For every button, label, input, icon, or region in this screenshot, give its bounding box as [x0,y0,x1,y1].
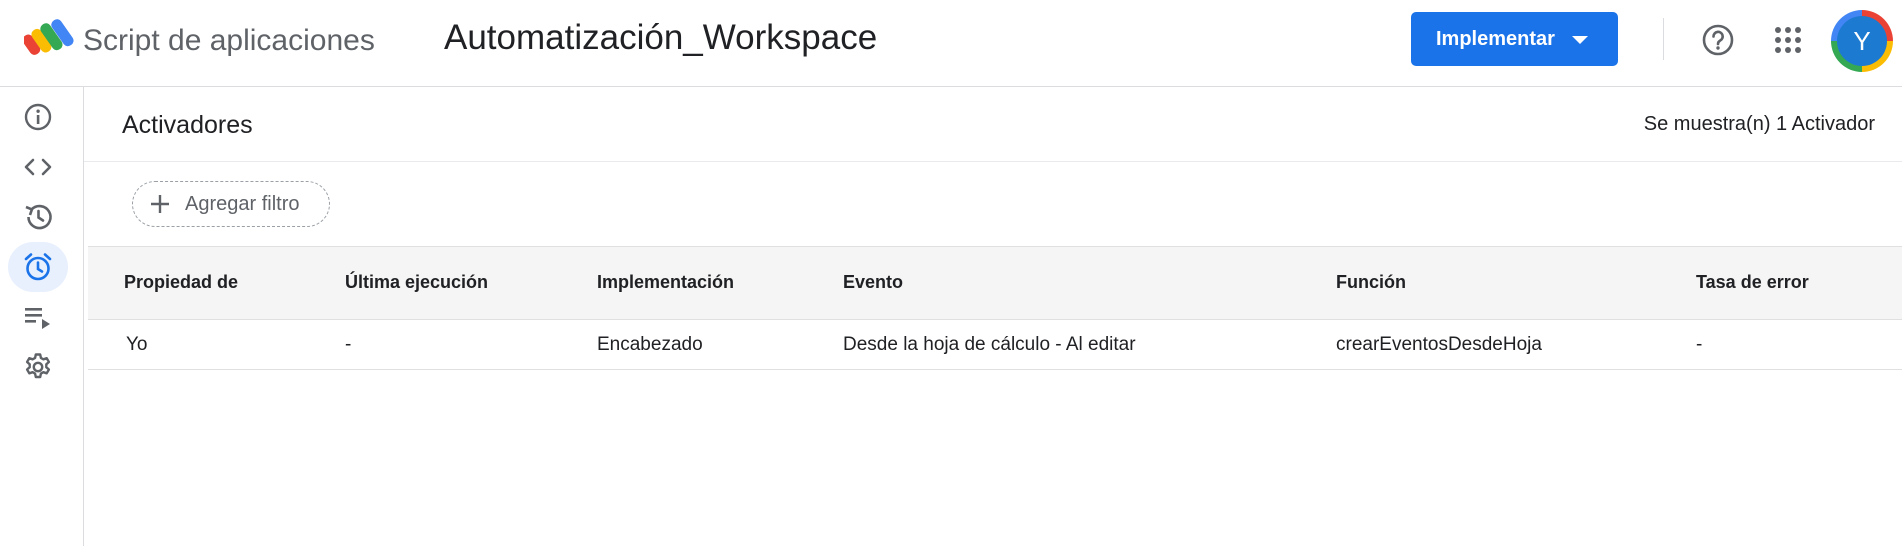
sidebar-item-history[interactable] [8,192,68,242]
history-icon [25,204,52,230]
app-name[interactable]: Script de aplicaciones [83,24,375,58]
cell-function: crearEventosDesdeHoja [1336,334,1542,355]
apps-grid-icon[interactable] [1772,24,1804,56]
column-header-function[interactable]: Función [1336,272,1406,293]
chevron-down-icon [1572,36,1588,44]
cell-event: Desde la hoja de cálculo - Al editar [843,334,1136,355]
deploy-button[interactable]: Implementar [1411,12,1618,66]
header-divider [1663,18,1664,60]
top-bar: Script de aplicaciones Automatización_Wo… [0,0,1902,87]
sidebar-item-triggers[interactable] [8,242,68,292]
triggers-table: Propiedad de Última ejecución Implementa… [88,246,1902,370]
playlist-play-icon [25,308,50,329]
table-header: Propiedad de Última ejecución Implementa… [88,246,1902,320]
add-filter-label: Agregar filtro [185,192,300,215]
sidebar-item-editor[interactable] [8,142,68,192]
column-header-event[interactable]: Evento [843,272,903,293]
sidebar-item-settings[interactable] [8,342,68,392]
plus-icon [151,195,169,213]
add-filter-button[interactable]: Agregar filtro [132,181,330,227]
results-count: Se muestra(n) 1 Activador [1643,113,1875,135]
divider [84,161,1902,162]
column-header-last-run[interactable]: Última ejecución [345,272,488,293]
page-title: Activadores [122,111,253,139]
code-icon [24,158,52,176]
sidebar-item-executions[interactable] [8,292,68,342]
cell-deployment: Encabezado [597,334,703,355]
cell-owner: Yo [126,334,148,355]
info-icon [24,103,52,131]
column-header-error-rate[interactable]: Tasa de error [1696,272,1809,293]
gear-icon [25,353,51,379]
triggers-panel: Activadores Se muestra(n) 1 Activador Ag… [84,87,1902,546]
column-header-deployment[interactable]: Implementación [597,272,734,293]
deploy-button-label: Implementar [1436,27,1555,50]
sidebar-item-overview[interactable] [8,92,68,142]
left-sidebar [0,87,84,546]
cell-last-run: - [345,334,352,355]
column-header-owner[interactable]: Propiedad de [124,272,238,293]
alarm-icon [24,253,52,281]
apps-script-logo[interactable] [24,18,76,60]
help-icon[interactable] [1700,22,1736,58]
project-title[interactable]: Automatización_Workspace [444,18,877,58]
table-row[interactable]: Yo - Encabezado Desde la hoja de cálculo… [88,320,1902,370]
cell-error-rate: - [1696,334,1703,355]
avatar[interactable]: Y [1837,16,1887,66]
